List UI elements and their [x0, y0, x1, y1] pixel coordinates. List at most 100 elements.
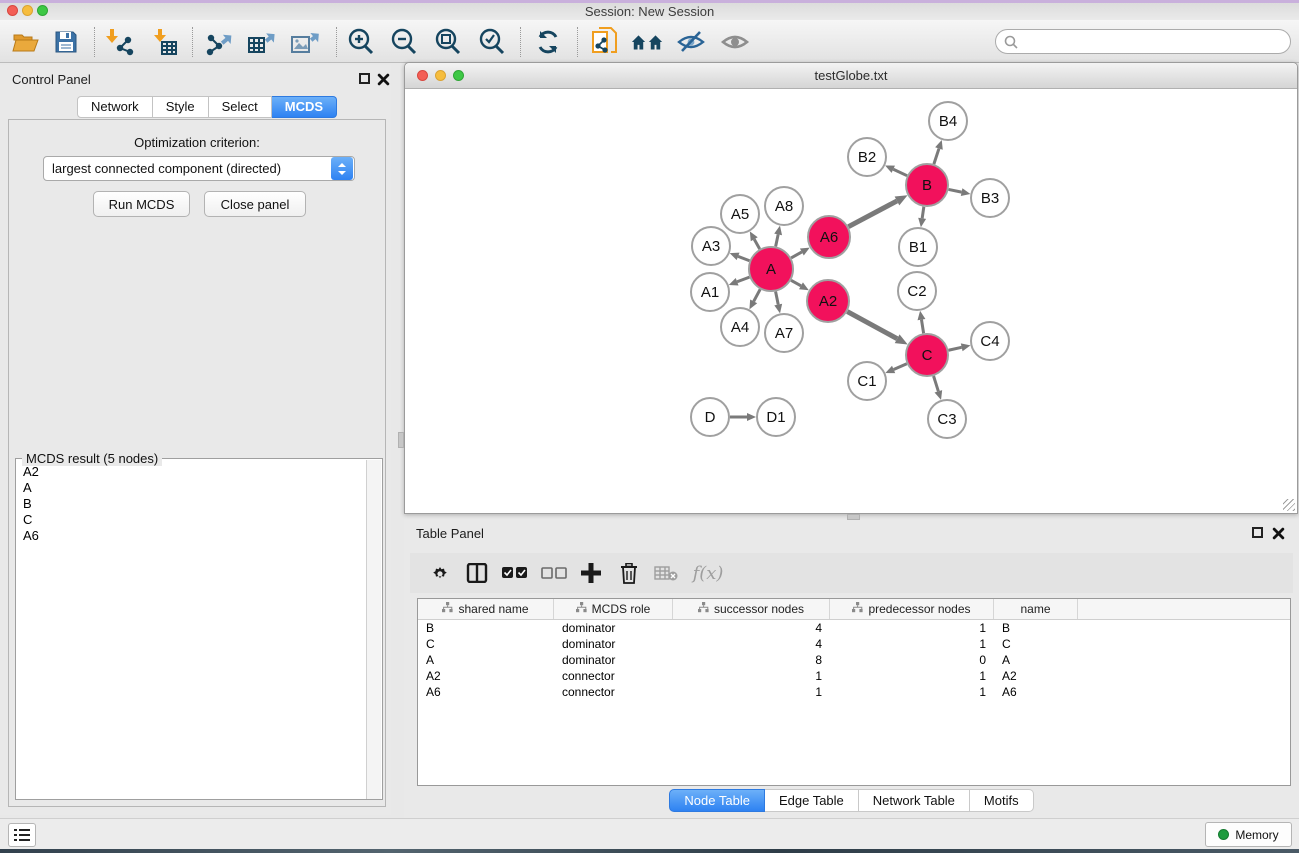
close-table-panel-icon[interactable]: [1272, 527, 1285, 540]
table-cell[interactable]: C: [994, 636, 1078, 652]
table-cell[interactable]: 1: [830, 684, 994, 700]
mcds-result-item[interactable]: A2: [17, 463, 367, 479]
export-network-icon[interactable]: [202, 25, 236, 59]
table-cell[interactable]: dominator: [554, 636, 673, 652]
save-session-icon[interactable]: [49, 25, 83, 59]
unselect-all-checkboxes-icon[interactable]: [541, 561, 567, 585]
edge-A-A5[interactable]: [754, 239, 759, 249]
tab-edge-table[interactable]: Edge Table: [765, 789, 859, 812]
tab-node-table[interactable]: Node Table: [669, 789, 765, 812]
table-cell[interactable]: connector: [554, 684, 673, 700]
table-cell[interactable]: A: [418, 652, 554, 668]
select-all-checkboxes-icon[interactable]: [502, 561, 528, 585]
table-cell[interactable]: A6: [994, 684, 1078, 700]
tab-network-table[interactable]: Network Table: [859, 789, 970, 812]
edge-B-B3[interactable]: [949, 189, 962, 192]
table-row[interactable]: Bdominator41B: [418, 620, 1290, 636]
delete-row-icon[interactable]: [616, 561, 642, 585]
hide-selected-icon[interactable]: [674, 25, 708, 59]
table-cell[interactable]: 1: [673, 684, 830, 700]
table-row[interactable]: A6connector11A6: [418, 684, 1290, 700]
edge-A-A4[interactable]: [754, 289, 760, 301]
table-cell[interactable]: 8: [673, 652, 830, 668]
new-network-from-selection-icon[interactable]: [588, 25, 622, 59]
task-history-button[interactable]: [8, 823, 36, 847]
table-row[interactable]: A2connector11A2: [418, 668, 1290, 684]
resize-grip-icon[interactable]: [1283, 499, 1295, 511]
edge-B-B2[interactable]: [893, 169, 907, 175]
edge-A2-C[interactable]: [847, 312, 897, 339]
table-cell[interactable]: B: [418, 620, 554, 636]
mcds-result-list[interactable]: A2ABCA6: [17, 463, 367, 799]
edge-C-C2[interactable]: [921, 320, 923, 334]
float-table-panel-icon[interactable]: [1252, 527, 1263, 538]
settings-icon[interactable]: [427, 561, 453, 585]
tab-select[interactable]: Select: [209, 96, 272, 118]
table-row[interactable]: Adominator80A: [418, 652, 1290, 668]
open-session-icon[interactable]: [9, 25, 43, 59]
table-cell[interactable]: A2: [418, 668, 554, 684]
edge-C-C3[interactable]: [934, 376, 939, 391]
edge-A-A8[interactable]: [776, 234, 778, 246]
table-cell[interactable]: 1: [673, 668, 830, 684]
column-header-MCDS-role[interactable]: MCDS role: [554, 599, 673, 619]
tab-motifs[interactable]: Motifs: [970, 789, 1034, 812]
zoom-selected-icon[interactable]: [475, 25, 509, 59]
criterion-select[interactable]: largest connected component (directed): [43, 156, 355, 181]
mcds-result-item[interactable]: A6: [17, 527, 367, 543]
edge-A-A7[interactable]: [776, 292, 779, 305]
zoom-out-icon[interactable]: [387, 25, 421, 59]
table-cell[interactable]: 4: [673, 620, 830, 636]
table-cell[interactable]: dominator: [554, 620, 673, 636]
export-table-icon[interactable]: [245, 25, 279, 59]
float-panel-icon[interactable]: [359, 73, 370, 84]
minimize-window-button[interactable]: [22, 5, 33, 16]
table-cell[interactable]: A6: [418, 684, 554, 700]
edge-A6-B[interactable]: [848, 201, 897, 227]
tab-network[interactable]: Network: [77, 96, 153, 118]
edge-A-A1[interactable]: [737, 277, 749, 282]
search-input[interactable]: [1018, 34, 1268, 49]
zoom-in-icon[interactable]: [344, 25, 378, 59]
desktop-vertical-scrollbar-thumb[interactable]: [398, 432, 404, 448]
edge-B-B1[interactable]: [922, 207, 924, 219]
mcds-result-scrollbar[interactable]: [366, 460, 381, 799]
edge-A-A6[interactable]: [791, 252, 802, 258]
table-cell[interactable]: B: [994, 620, 1078, 636]
export-image-icon[interactable]: [288, 25, 322, 59]
close-panel-button[interactable]: Close panel: [204, 191, 306, 217]
edge-A-A3[interactable]: [738, 256, 749, 260]
column-header-successor-nodes[interactable]: successor nodes: [673, 599, 830, 619]
search-box[interactable]: [995, 29, 1291, 54]
import-table-icon[interactable]: [147, 25, 181, 59]
table-row[interactable]: Cdominator41C: [418, 636, 1290, 652]
table-cell[interactable]: dominator: [554, 652, 673, 668]
node-table[interactable]: shared nameMCDS rolesuccessor nodesprede…: [417, 598, 1291, 786]
network-window-titlebar[interactable]: testGlobe.txt: [405, 63, 1297, 89]
function-builder-icon[interactable]: f(x): [688, 561, 728, 585]
network-minimize-button[interactable]: [435, 70, 446, 81]
import-network-icon[interactable]: [103, 25, 137, 59]
edge-C-C1[interactable]: [894, 364, 907, 370]
split-columns-icon[interactable]: [464, 561, 490, 585]
table-cell[interactable]: A2: [994, 668, 1078, 684]
column-header-name[interactable]: name: [994, 599, 1078, 619]
edge-C-C4[interactable]: [948, 347, 961, 350]
close-panel-icon[interactable]: [377, 73, 390, 86]
table-cell[interactable]: 1: [830, 636, 994, 652]
mcds-result-item[interactable]: A: [17, 479, 367, 495]
network-close-button[interactable]: [417, 70, 428, 81]
network-canvas[interactable]: B4B2BB3A8A5A6A3B1AC2A1A2A4A7C4CC1DD1C3: [405, 89, 1297, 512]
show-all-icon[interactable]: [718, 25, 752, 59]
table-cell[interactable]: A: [994, 652, 1078, 668]
run-mcds-button[interactable]: Run MCDS: [93, 191, 190, 217]
close-window-button[interactable]: [7, 5, 18, 16]
delete-table-icon[interactable]: [653, 561, 679, 585]
tab-mcds[interactable]: MCDS: [272, 96, 337, 118]
edge-B-B4[interactable]: [934, 149, 939, 165]
add-row-icon[interactable]: [578, 561, 604, 585]
table-cell[interactable]: 4: [673, 636, 830, 652]
table-cell[interactable]: 0: [830, 652, 994, 668]
column-header-predecessor-nodes[interactable]: predecessor nodes: [830, 599, 994, 619]
column-header-shared-name[interactable]: shared name: [418, 599, 554, 619]
